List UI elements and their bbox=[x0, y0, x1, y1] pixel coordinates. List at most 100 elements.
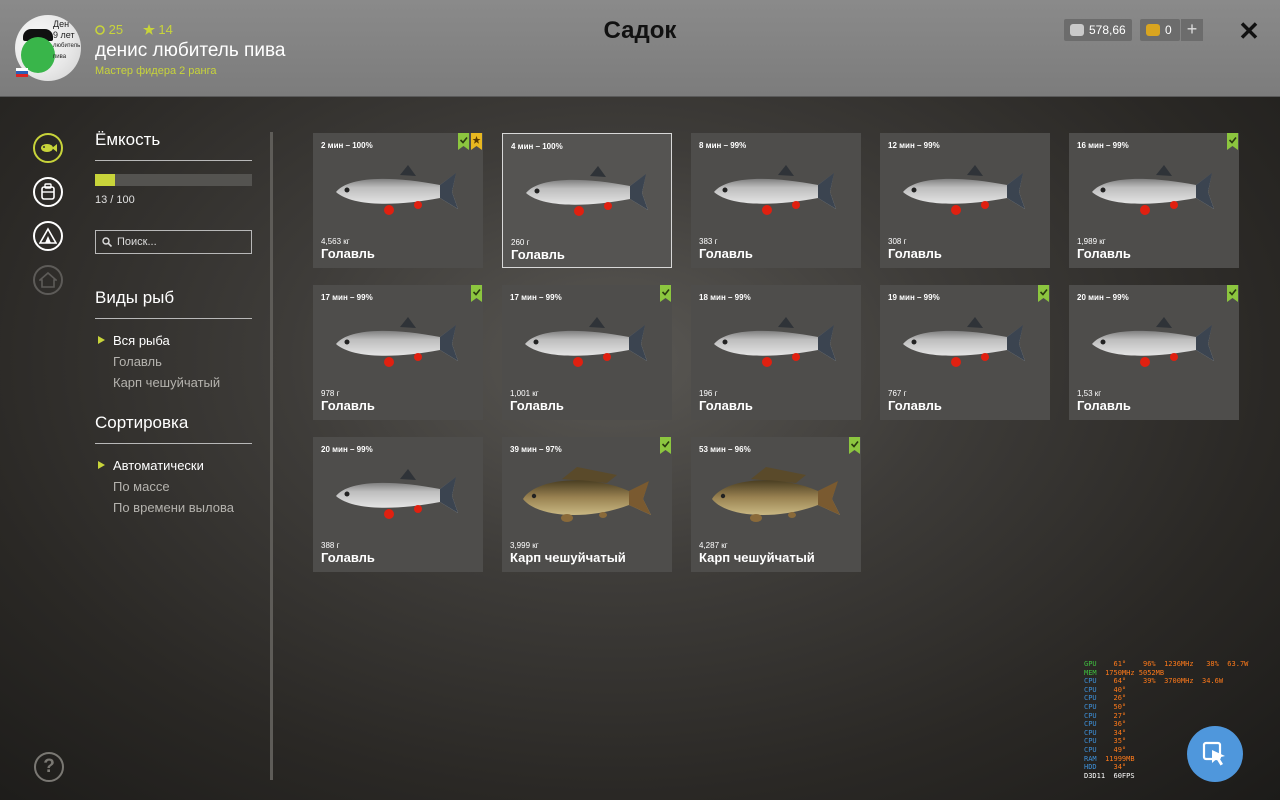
sidebar-divider bbox=[270, 132, 273, 780]
backpack-tab[interactable] bbox=[33, 177, 63, 207]
species-title: Виды рыб bbox=[95, 288, 175, 307]
fish-name: Голавль bbox=[1077, 398, 1131, 413]
fish-card[interactable]: 20 мин – 99% 388 г Голавль bbox=[313, 437, 483, 572]
level-stat: 25 bbox=[95, 22, 135, 37]
username: денис любитель пива bbox=[95, 40, 286, 61]
silver-balance: 578,66 bbox=[1064, 19, 1132, 41]
chub-image bbox=[518, 162, 658, 222]
fish-catch-time: 20 мин – 99% bbox=[1077, 293, 1129, 302]
fish-card[interactable]: 16 мин – 99% 1,989 кг Голавль bbox=[1069, 133, 1239, 268]
check-badge-icon bbox=[1227, 133, 1238, 150]
sort-item-auto[interactable]: Автоматически bbox=[95, 455, 252, 476]
overlay-value: 64° 39% 3700MHz 34.6W bbox=[1105, 677, 1224, 686]
carp-image bbox=[706, 465, 846, 525]
fish-card[interactable]: 39 мин – 97% 3,999 кг Карп чешуйчатый bbox=[502, 437, 672, 572]
fish-card[interactable]: 19 мин – 99% 767 г Голавль bbox=[880, 285, 1050, 420]
fish-weight: 3,999 кг bbox=[510, 541, 539, 550]
fish-name: Голавль bbox=[699, 246, 753, 261]
fish-catch-time: 39 мин – 97% bbox=[510, 445, 562, 454]
fish-catch-time: 19 мин – 99% bbox=[888, 293, 940, 302]
fish-card[interactable]: 8 мин – 99% 383 г Голавль bbox=[691, 133, 861, 268]
russia-flag-icon bbox=[16, 68, 28, 77]
overlay-line: MEM 1750MHz 5052MB bbox=[1084, 669, 1248, 678]
keepnet-tab[interactable] bbox=[33, 133, 63, 163]
add-gold-button[interactable]: + bbox=[1181, 19, 1203, 41]
overlay-label: CPU bbox=[1084, 711, 1106, 720]
help-button[interactable]: ? bbox=[34, 752, 64, 782]
fish-card[interactable]: 18 мин – 99% 196 г Голавль bbox=[691, 285, 861, 420]
capacity-title: Ёмкость bbox=[95, 130, 161, 149]
species-list: Вся рыба Голавль Карп чешуйчатый bbox=[95, 330, 252, 393]
fish-name: Голавль bbox=[699, 398, 753, 413]
fish-weight: 388 г bbox=[321, 541, 340, 550]
capacity-bar-fill bbox=[95, 174, 116, 186]
overlay-label: D3D11 bbox=[1084, 771, 1106, 780]
fish-card[interactable]: 4 мин – 100% 260 г Голавль bbox=[502, 133, 672, 268]
overlay-value: 34° bbox=[1105, 763, 1127, 772]
gold-coin-icon bbox=[1146, 24, 1160, 36]
cursor-mode-button[interactable] bbox=[1187, 726, 1243, 782]
avatar-text-line: 9 лет bbox=[53, 30, 75, 40]
avatar-text-line: любитель пива bbox=[53, 43, 81, 60]
fish-catch-time: 12 мин – 99% bbox=[888, 141, 940, 150]
fish-weight: 1,989 кг bbox=[1077, 237, 1106, 246]
fish-catch-time: 4 мин – 100% bbox=[511, 142, 563, 151]
overlay-label: GPU bbox=[1084, 660, 1106, 668]
home-tab[interactable] bbox=[33, 265, 63, 295]
fish-name: Голавль bbox=[321, 398, 375, 413]
sort-item-time[interactable]: По времени вылова bbox=[95, 497, 252, 518]
star-icon bbox=[142, 24, 155, 35]
fish-catch-time: 8 мин – 99% bbox=[699, 141, 747, 150]
species-item-carp[interactable]: Карп чешуйчатый bbox=[95, 372, 252, 393]
fish-name: Голавль bbox=[321, 246, 375, 261]
level-icon bbox=[95, 25, 105, 35]
fish-card[interactable]: 2 мин – 100% 4,563 кг Голавль bbox=[313, 133, 483, 268]
fish-catch-time: 17 мин – 99% bbox=[321, 293, 373, 302]
fish-name: Голавль bbox=[510, 398, 564, 413]
overlay-line: CPU 40° bbox=[1084, 686, 1248, 695]
fish-card[interactable]: 20 мин – 99% 1,53 кг Голавль bbox=[1069, 285, 1239, 420]
check-badge-icon bbox=[1038, 285, 1049, 302]
check-badge-icon bbox=[471, 285, 482, 302]
overlay-value: 26° bbox=[1105, 694, 1127, 703]
sort-title: Сортировка bbox=[95, 413, 189, 432]
chub-image bbox=[895, 161, 1035, 221]
overlay-label: CPU bbox=[1084, 702, 1106, 711]
sort-item-weight[interactable]: По массе bbox=[95, 476, 252, 497]
trophy-star-icon bbox=[471, 133, 482, 150]
overlay-value: 34° bbox=[1105, 728, 1127, 737]
carp-image bbox=[517, 465, 657, 525]
avatar-text: Ден 9 лет любитель пива bbox=[53, 19, 81, 63]
fish-weight: 1,53 кг bbox=[1077, 389, 1102, 398]
fish-icon bbox=[41, 144, 57, 152]
fish-card[interactable]: 12 мин – 99% 308 г Голавль bbox=[880, 133, 1050, 268]
capacity-count: 13 / 100 bbox=[95, 194, 135, 206]
close-button[interactable]: ✕ bbox=[1236, 18, 1262, 44]
player-rank: Мастер фидера 2 ранга bbox=[95, 65, 217, 77]
overlay-label: RAM bbox=[1084, 754, 1106, 763]
fish-card[interactable]: 17 мин – 99% 1,001 кг Голавль bbox=[502, 285, 672, 420]
fish-card[interactable]: 17 мин – 99% 978 г Голавль bbox=[313, 285, 483, 420]
chub-image bbox=[706, 313, 846, 373]
overlay-value: 50° bbox=[1105, 702, 1127, 711]
fish-weight: 260 г bbox=[511, 238, 530, 247]
overlay-line: GPU 61° 96% 1236MHz 38% 63.7W bbox=[1084, 660, 1248, 669]
species-item-chub[interactable]: Голавль bbox=[95, 351, 252, 372]
search-icon bbox=[102, 237, 112, 247]
search-input[interactable]: Поиск... bbox=[95, 230, 252, 254]
overlay-label: CPU bbox=[1084, 737, 1106, 746]
fish-catch-time: 2 мин – 100% bbox=[321, 141, 373, 150]
tent-tab[interactable] bbox=[33, 221, 63, 251]
overlay-value: 11999MB bbox=[1105, 754, 1135, 763]
fish-name: Голавль bbox=[1077, 246, 1131, 261]
check-badge-icon bbox=[1227, 285, 1238, 302]
gold-value: 0 bbox=[1165, 23, 1172, 37]
overlay-label: MEM bbox=[1084, 668, 1106, 677]
overlay-label: CPU bbox=[1084, 685, 1106, 694]
fish-card[interactable]: 53 мин – 96% 4,287 кг Карп чешуйчатый bbox=[691, 437, 861, 572]
fish-weight: 4,287 кг bbox=[699, 541, 728, 550]
level-value: 25 bbox=[108, 22, 124, 37]
stars-stat: 14 bbox=[142, 22, 181, 37]
chub-image bbox=[706, 161, 846, 221]
species-item-all[interactable]: Вся рыба bbox=[95, 330, 252, 351]
